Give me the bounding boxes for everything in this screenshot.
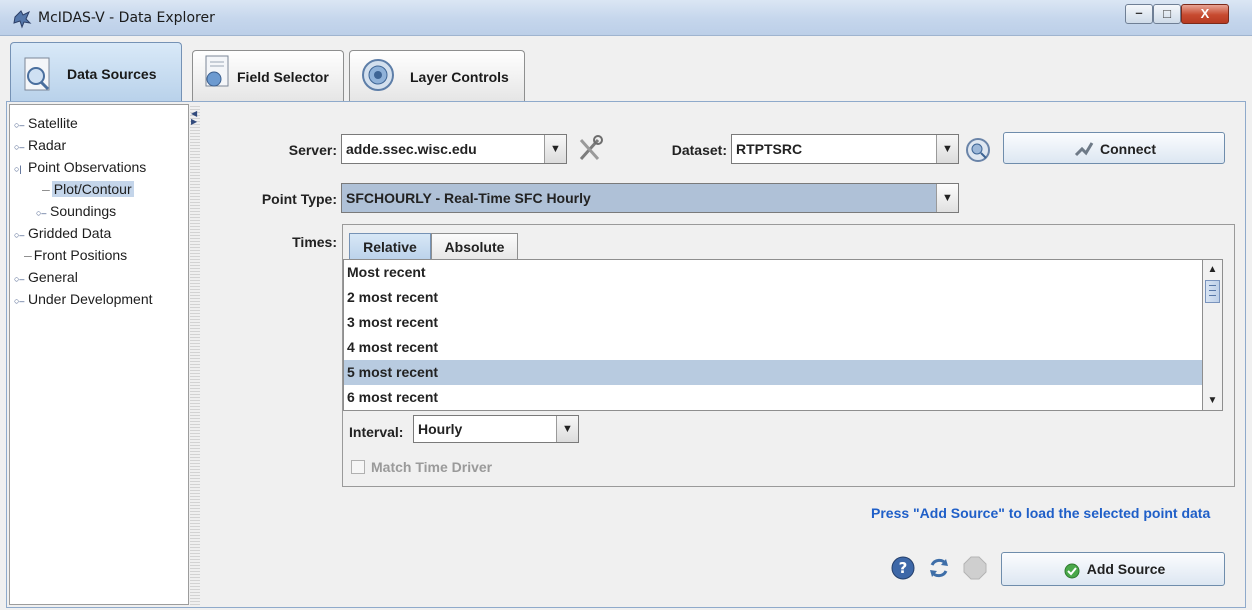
collapsed-handle-icon: ○–	[14, 230, 25, 240]
list-item-selected[interactable]: 5 most recent	[344, 360, 1202, 385]
stop-icon[interactable]	[963, 556, 987, 580]
server-select[interactable]: adde.ssec.wisc.edu ▼	[341, 134, 567, 164]
tree-item-radar[interactable]: ○– Radar	[14, 137, 66, 153]
data-source-tree[interactable]: ○– Satellite ○– Radar ○| Point Observations…	[9, 104, 189, 605]
scroll-up-icon[interactable]: ▲	[1204, 261, 1221, 278]
tab-absolute[interactable]: Absolute	[431, 233, 518, 259]
point-type-select[interactable]: SFCHOURLY - Real-Time SFC Hourly ▼	[341, 183, 959, 213]
connect-button[interactable]: Connect	[1003, 132, 1225, 164]
data-sources-panel: ○– Satellite ○– Radar ○| Point Observations…	[6, 101, 1246, 608]
tree-item-under-development[interactable]: ○– Under Development	[14, 291, 153, 307]
svg-text:?: ?	[899, 559, 908, 577]
data-sources-icon	[24, 57, 50, 91]
list-item[interactable]: 4 most recent	[344, 335, 1202, 360]
scroll-thumb[interactable]	[1205, 280, 1220, 303]
tree-item-gridded-data[interactable]: ○– Gridded Data	[14, 225, 111, 241]
interval-value: Hourly	[418, 421, 463, 437]
match-time-driver-label: Match Time Driver	[371, 459, 493, 475]
list-item[interactable]: 3 most recent	[344, 310, 1202, 335]
tree-connector-icon: –	[24, 247, 32, 263]
point-type-value: SFCHOURLY - Real-Time SFC Hourly	[346, 190, 591, 206]
close-button[interactable]: X	[1181, 4, 1229, 24]
expanded-handle-icon: ○|	[14, 164, 22, 174]
refresh-icon[interactable]	[927, 556, 951, 580]
minimize-icon: –	[1135, 5, 1143, 20]
point-type-label: Point Type:	[261, 191, 337, 207]
interval-label: Interval:	[349, 424, 404, 440]
scroll-down-icon[interactable]: ▼	[1204, 392, 1221, 409]
list-item[interactable]: Most recent	[344, 260, 1202, 285]
server-value: adde.ssec.wisc.edu	[346, 141, 477, 157]
dataset-label: Dataset:	[671, 142, 727, 158]
close-icon: X	[1200, 6, 1210, 21]
title-bar: McIDAS-V - Data Explorer – □ X	[0, 0, 1252, 36]
help-icon[interactable]: ?	[891, 556, 915, 580]
field-selector-icon	[205, 55, 229, 87]
tools-icon[interactable]	[577, 135, 603, 163]
tab-layer-controls[interactable]: Layer Controls	[349, 50, 525, 102]
tree-item-point-observations[interactable]: ○| Point Observations	[14, 159, 146, 175]
collapsed-handle-icon: ○–	[14, 120, 25, 130]
chevron-down-icon[interactable]: ▼	[936, 184, 958, 212]
times-panel: Relative Absolute Most recent 2 most rec…	[342, 224, 1235, 487]
tab-relative[interactable]: Relative	[349, 233, 431, 259]
splitter-arrows-icon[interactable]: ◀ ▶	[191, 110, 197, 126]
tree-connector-icon: –	[42, 181, 50, 197]
window-title: McIDAS-V - Data Explorer	[38, 10, 215, 26]
maximize-button[interactable]: □	[1153, 4, 1181, 24]
add-source-label: Add Source	[1086, 561, 1166, 577]
collapsed-handle-icon: ○–	[14, 296, 25, 306]
interval-select[interactable]: Hourly ▼	[413, 415, 579, 443]
times-label: Times:	[292, 234, 337, 250]
dataset-value: RTPTSRC	[736, 141, 803, 157]
relative-times-list[interactable]: Most recent 2 most recent 3 most recent …	[343, 259, 1203, 411]
tree-item-satellite[interactable]: ○– Satellite	[14, 115, 78, 131]
list-item[interactable]: 2 most recent	[344, 285, 1202, 310]
splitter[interactable]	[190, 104, 200, 605]
minimize-button[interactable]: –	[1125, 4, 1153, 24]
tree-item-front-positions[interactable]: – Front Positions	[24, 247, 127, 263]
chevron-down-icon[interactable]: ▼	[556, 416, 578, 442]
dataset-search-icon[interactable]	[965, 137, 991, 163]
maximize-icon: □	[1163, 6, 1171, 21]
tab-data-sources[interactable]: Data Sources	[10, 42, 182, 103]
collapsed-handle-icon: ○–	[14, 274, 25, 284]
connect-label: Connect	[1100, 141, 1156, 157]
layer-controls-icon	[362, 59, 394, 91]
list-item[interactable]: 6 most recent	[344, 385, 1202, 410]
times-scrollbar[interactable]: ▲ ▼	[1203, 259, 1223, 411]
add-source-button[interactable]: Add Source	[1001, 552, 1225, 586]
collapsed-handle-icon: ○–	[36, 208, 47, 218]
dataset-select[interactable]: RTPTSRC ▼	[731, 134, 959, 164]
server-label: Server:	[288, 142, 337, 158]
collapsed-handle-icon: ○–	[14, 142, 25, 152]
tree-item-plot-contour[interactable]: – Plot/Contour	[42, 181, 134, 197]
tree-item-general[interactable]: ○– General	[14, 269, 78, 285]
tab-field-selector-label: Field Selector	[237, 69, 329, 85]
tab-layer-controls-label: Layer Controls	[410, 69, 509, 85]
chevron-down-icon[interactable]: ▼	[544, 135, 566, 163]
tree-item-soundings[interactable]: ○– Soundings	[36, 203, 116, 219]
tab-field-selector[interactable]: Field Selector	[192, 50, 344, 102]
main-tab-bar: Data Sources Field Selector Layer Contro…	[0, 36, 1252, 103]
tab-data-sources-label: Data Sources	[67, 66, 157, 82]
add-source-hint: Press "Add Source" to load the selected …	[871, 505, 1211, 521]
chevron-down-icon[interactable]: ▼	[936, 135, 958, 163]
match-time-driver-checkbox[interactable]	[351, 460, 365, 474]
mcidas-app-icon	[13, 10, 32, 29]
